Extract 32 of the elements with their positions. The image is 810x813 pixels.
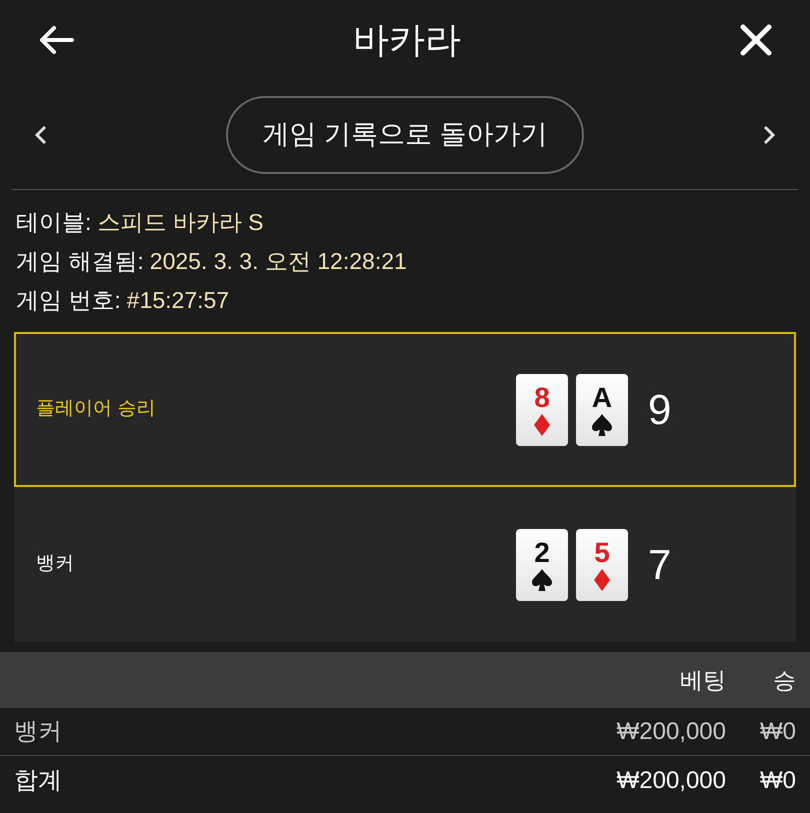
table-cell-text: 뱅커 <box>14 716 63 746</box>
column-header: 승 <box>772 666 796 695</box>
info-label: 테이블: <box>16 208 92 236</box>
table-cell-text: ₩200,000 <box>616 716 726 746</box>
page-title: 바카라 <box>353 18 461 62</box>
hand-label: 플레이어 승리 <box>36 397 156 422</box>
diamond-icon <box>534 414 550 436</box>
back-to-history-button[interactable]: 게임 기록으로 돌아가기 <box>226 96 584 174</box>
diamond-icon <box>594 568 610 590</box>
hand-score: 9 <box>648 385 672 435</box>
info-label: 게임 해결됨: <box>16 247 144 275</box>
table-cell-text: 합계 <box>14 766 63 796</box>
hand-label: 뱅커 <box>36 552 75 576</box>
chevron-left-icon[interactable] <box>34 124 48 144</box>
column-header: 베팅 <box>679 666 726 695</box>
table-cell-text: ₩0 <box>759 766 796 796</box>
spade-icon <box>532 568 552 590</box>
info-value: 2025. 3. 3. 오전 12:28:21 <box>150 247 407 275</box>
info-value: #15:27:57 <box>126 286 230 314</box>
card-rank: A <box>592 384 612 412</box>
table-cell-text: ₩0 <box>759 716 796 746</box>
card-rank: 2 <box>534 538 550 566</box>
close-icon[interactable] <box>740 24 772 56</box>
info-value: 스피드 바카라 S <box>97 208 264 236</box>
chevron-right-icon[interactable] <box>762 124 776 144</box>
table-cell-text: ₩200,000 <box>616 766 726 796</box>
spade-icon <box>592 414 612 436</box>
hand-score: 7 <box>648 540 672 590</box>
back-arrow-icon[interactable] <box>38 25 74 55</box>
info-label: 게임 번호: <box>16 286 121 314</box>
card-rank: 8 <box>534 384 550 412</box>
card-rank: 5 <box>594 538 610 566</box>
